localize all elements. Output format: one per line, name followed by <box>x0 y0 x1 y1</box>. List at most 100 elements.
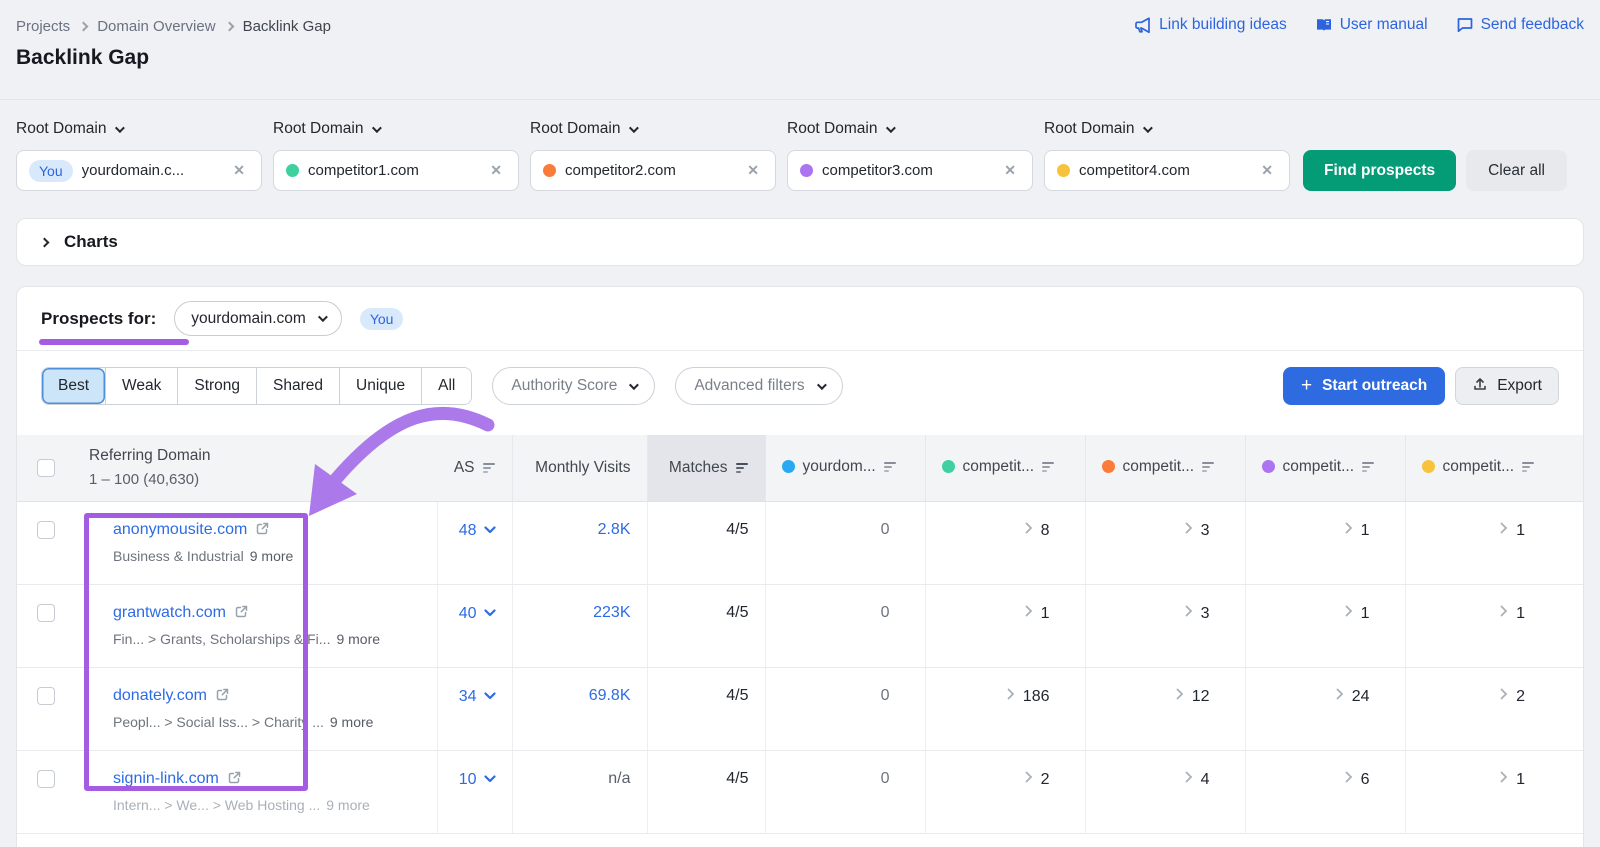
competitor3-count[interactable]: 6 <box>1361 771 1370 788</box>
tab-shared[interactable]: Shared <box>256 368 339 404</box>
send-feedback-link[interactable]: Send feedback <box>1456 16 1584 34</box>
sort-icon[interactable] <box>736 462 749 474</box>
monthly-visits-value[interactable]: 69.8K <box>589 687 631 704</box>
external-link-icon[interactable] <box>255 523 270 540</box>
expand-chevron-icon[interactable] <box>1500 770 1508 787</box>
breadcrumb-projects[interactable]: Projects <box>16 18 70 35</box>
export-button[interactable]: Export <box>1455 367 1559 405</box>
expand-chevron-icon[interactable] <box>1500 521 1508 538</box>
competitor4-count[interactable]: 2 <box>1516 688 1525 705</box>
sort-icon[interactable] <box>483 462 496 474</box>
row-checkbox[interactable] <box>37 521 55 539</box>
expand-chevron-icon[interactable] <box>1185 770 1193 787</box>
user-manual-link[interactable]: User manual <box>1315 16 1428 34</box>
tab-weak[interactable]: Weak <box>105 368 177 404</box>
expand-chevron-icon[interactable] <box>1025 770 1033 787</box>
breadcrumb-domain-overview[interactable]: Domain Overview <box>97 18 215 35</box>
domain-chip-competitor4[interactable]: competitor4.com ✕ <box>1044 150 1290 191</box>
expand-chevron-icon[interactable] <box>1500 604 1508 621</box>
authority-score-filter[interactable]: Authority Score <box>492 367 655 405</box>
sort-icon[interactable] <box>884 461 897 473</box>
as-value[interactable]: 10 <box>459 771 477 788</box>
link-building-ideas-link[interactable]: Link building ideas <box>1134 16 1287 34</box>
row-checkbox[interactable] <box>37 770 55 788</box>
competitor1-count[interactable]: 2 <box>1041 771 1050 788</box>
monthly-visits-value[interactable]: 2.8K <box>598 521 631 538</box>
competitor1-count[interactable]: 186 <box>1023 688 1050 705</box>
competitor2-count[interactable]: 4 <box>1201 771 1210 788</box>
as-value[interactable]: 34 <box>459 688 477 705</box>
expand-chevron-icon[interactable] <box>1345 521 1353 538</box>
competitor2-count[interactable]: 3 <box>1201 605 1210 622</box>
more-categories-link[interactable]: 9 more <box>330 714 374 730</box>
competitor3-count[interactable]: 1 <box>1361 522 1370 539</box>
more-categories-link[interactable]: 9 more <box>326 797 370 813</box>
competitor4-count[interactable]: 1 <box>1516 522 1525 539</box>
competitor3-count[interactable]: 24 <box>1352 688 1370 705</box>
root-domain-dropdown[interactable]: Root Domain <box>787 120 1033 138</box>
as-value[interactable]: 48 <box>459 522 477 539</box>
domain-chip-competitor3[interactable]: competitor3.com ✕ <box>787 150 1033 191</box>
remove-domain-icon[interactable]: ✕ <box>486 160 506 181</box>
expand-chevron-icon[interactable] <box>1007 687 1015 704</box>
sort-icon[interactable] <box>1042 461 1055 473</box>
monthly-visits-value[interactable]: 223K <box>593 604 630 621</box>
tab-strong[interactable]: Strong <box>177 368 256 404</box>
competitor3-count[interactable]: 1 <box>1361 605 1370 622</box>
monthly-visits-column-header[interactable]: Monthly Visits <box>512 435 647 501</box>
expand-chevron-icon[interactable] <box>1185 604 1193 621</box>
domain-chip-yourdomain[interactable]: You yourdomain.c... ✕ <box>16 150 262 191</box>
charts-expander[interactable]: Charts <box>16 218 1584 266</box>
root-domain-dropdown[interactable]: Root Domain <box>273 120 519 138</box>
as-value[interactable]: 40 <box>459 605 477 622</box>
competitor4-column-header[interactable]: competit... <box>1422 458 1536 476</box>
referring-domain-link[interactable]: grantwatch.com <box>113 604 226 621</box>
clear-all-button[interactable]: Clear all <box>1466 150 1567 191</box>
sort-icon[interactable] <box>1362 461 1375 473</box>
row-checkbox[interactable] <box>37 604 55 622</box>
remove-domain-icon[interactable]: ✕ <box>1257 160 1277 181</box>
remove-domain-icon[interactable]: ✕ <box>1000 160 1020 181</box>
start-outreach-button[interactable]: + Start outreach <box>1283 367 1445 405</box>
expand-chevron-icon[interactable] <box>1025 521 1033 538</box>
referring-domain-link[interactable]: signin-link.com <box>113 770 219 787</box>
competitor3-column-header[interactable]: competit... <box>1262 458 1376 476</box>
more-categories-link[interactable]: 9 more <box>336 631 380 647</box>
remove-domain-icon[interactable]: ✕ <box>229 160 249 181</box>
expand-chevron-icon[interactable] <box>1345 770 1353 787</box>
sort-icon[interactable] <box>1202 461 1215 473</box>
external-link-icon[interactable] <box>227 772 242 789</box>
tab-best[interactable]: Best <box>42 368 105 404</box>
referring-domain-link[interactable]: donately.com <box>113 687 207 704</box>
find-prospects-button[interactable]: Find prospects <box>1303 150 1456 191</box>
domain-chip-competitor1[interactable]: competitor1.com ✕ <box>273 150 519 191</box>
competitor2-column-header[interactable]: competit... <box>1102 458 1216 476</box>
chevron-down-icon[interactable] <box>484 521 496 538</box>
competitor1-column-header[interactable]: competit... <box>942 458 1056 476</box>
expand-chevron-icon[interactable] <box>1345 604 1353 621</box>
referring-domain-link[interactable]: anonymousite.com <box>113 521 247 538</box>
root-domain-dropdown[interactable]: Root Domain <box>16 120 262 138</box>
expand-chevron-icon[interactable] <box>1500 687 1508 704</box>
expand-chevron-icon[interactable] <box>1176 687 1184 704</box>
competitor1-count[interactable]: 8 <box>1041 522 1050 539</box>
external-link-icon[interactable] <box>215 689 230 706</box>
advanced-filters-dropdown[interactable]: Advanced filters <box>675 367 842 405</box>
select-all-checkbox[interactable] <box>37 459 55 477</box>
more-categories-link[interactable]: 9 more <box>250 548 294 564</box>
sort-icon[interactable] <box>1522 461 1535 473</box>
chevron-down-icon[interactable] <box>484 687 496 704</box>
remove-domain-icon[interactable]: ✕ <box>743 160 763 181</box>
as-column-header[interactable]: AS <box>454 459 496 477</box>
root-domain-dropdown[interactable]: Root Domain <box>1044 120 1290 138</box>
expand-chevron-icon[interactable] <box>1185 521 1193 538</box>
row-checkbox[interactable] <box>37 687 55 705</box>
competitor2-count[interactable]: 12 <box>1192 688 1210 705</box>
root-domain-dropdown[interactable]: Root Domain <box>530 120 776 138</box>
tab-unique[interactable]: Unique <box>339 368 421 404</box>
competitor4-count[interactable]: 1 <box>1516 605 1525 622</box>
prospects-domain-select[interactable]: yourdomain.com <box>174 301 342 336</box>
chevron-down-icon[interactable] <box>484 604 496 621</box>
tab-all[interactable]: All <box>421 368 471 404</box>
external-link-icon[interactable] <box>234 606 249 623</box>
